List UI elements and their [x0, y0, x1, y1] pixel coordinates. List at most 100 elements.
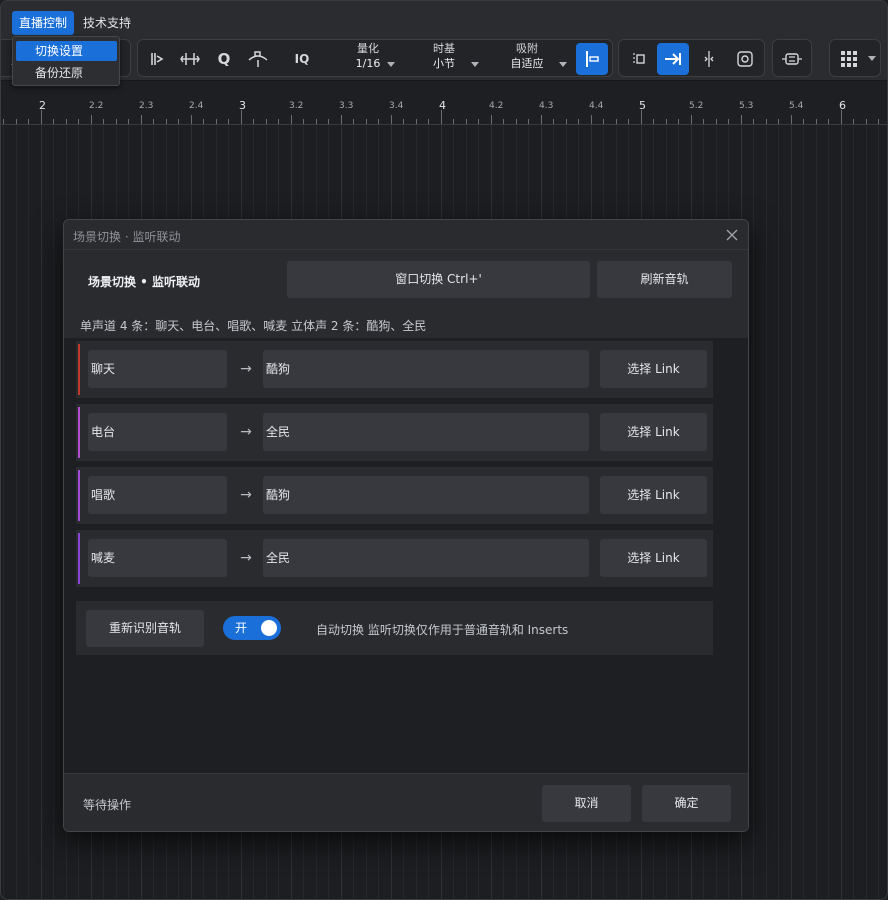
toolbar: Q IQ 量化 1/16 时基 小节 吸附 自适应 [1, 39, 887, 81]
ruler-beat-label: 4.2 [489, 101, 504, 111]
arrow-right-icon: → [240, 424, 252, 440]
ruler-tick [466, 119, 467, 124]
select-link-button[interactable]: 选择 Link [600, 539, 707, 577]
menu-item-switch-settings[interactable]: 切换设置 [16, 41, 117, 61]
menu-tech-support[interactable]: 技术支持 [76, 11, 138, 35]
ruler-tick [841, 110, 842, 124]
ruler-tick [303, 119, 304, 124]
ruler-tick [616, 119, 617, 124]
target-track[interactable]: 酷狗 [263, 350, 589, 388]
ruler-beat-label: 2.4 [189, 101, 204, 111]
grid-view-icon[interactable] [833, 43, 865, 75]
mixer-icon[interactable] [776, 43, 808, 75]
ruler-tick [203, 119, 204, 124]
timeline-ruler[interactable]: 2 2.2 2.3 2.4 3 3.2 3.3 3.4 4 4.2 4.3 4.… [1, 93, 887, 125]
target-track[interactable]: 酷狗 [263, 476, 589, 514]
source-track[interactable]: 唱歌 [88, 476, 227, 514]
ruler-tick [728, 119, 729, 124]
quantize-select[interactable]: 量化 1/16 [338, 42, 398, 72]
ruler-tick [116, 119, 117, 124]
timebase-select[interactable]: 时基 小节 [414, 42, 474, 72]
ruler-tick [16, 119, 17, 124]
ruler-tick [266, 119, 267, 124]
auto-switch-toggle[interactable]: 开 [223, 616, 281, 640]
track-color-strip [78, 407, 80, 458]
toolbar-group-tools [618, 39, 765, 77]
ruler-tick [528, 119, 529, 124]
focus-target-icon[interactable] [729, 43, 761, 75]
ruler-beat-label: 4.3 [539, 101, 554, 111]
ruler-tick [66, 119, 67, 124]
mapping-row: 聊天 → 酷狗 选择 Link [76, 341, 713, 398]
select-link-button[interactable]: 选择 Link [600, 413, 707, 451]
ruler-tick [878, 119, 879, 124]
dialog-window-title: 场景切换 · 监听联动 [73, 230, 181, 244]
punch-in-icon[interactable] [622, 43, 654, 75]
ruler-beat-label: 3.2 [289, 101, 304, 111]
rescan-tracks-button[interactable]: 重新识别音轨 [86, 610, 204, 647]
mapping-row: 电台 → 全民 选择 Link [76, 404, 713, 461]
stretch-icon[interactable] [174, 43, 206, 75]
ruler-tick [566, 119, 567, 124]
ruler-tick [628, 119, 629, 124]
arrow-right-tool-icon[interactable] [657, 43, 689, 75]
split-icon[interactable] [141, 43, 173, 75]
source-track[interactable]: 喊麦 [88, 539, 227, 577]
refresh-tracks-button[interactable]: 刷新音轨 [597, 261, 732, 298]
select-link-button[interactable]: 选择 Link [600, 350, 707, 388]
ruler-beat-label: 2.3 [139, 101, 154, 111]
menu-live-control[interactable]: 直播控制 [12, 11, 75, 35]
menu-bar: 直播控制 技术支持 [1, 1, 887, 41]
ruler-tick [103, 119, 104, 124]
source-track[interactable]: 聊天 [88, 350, 227, 388]
ruler-tick [291, 115, 292, 124]
grid-line [41, 125, 42, 899]
ruler-tick [216, 119, 217, 124]
menu-item-backup-restore[interactable]: 备份还原 [16, 63, 117, 83]
ruler-tick [791, 115, 792, 124]
close-icon[interactable] [722, 225, 742, 245]
grid-line [878, 125, 879, 899]
ruler-tick [766, 119, 767, 124]
target-track[interactable]: 全民 [263, 413, 589, 451]
split-line-icon[interactable] [693, 43, 725, 75]
iterative-quantize-button[interactable]: IQ [286, 43, 318, 75]
arrow-right-icon: → [240, 550, 252, 566]
grid-line [766, 125, 767, 899]
grid-line [803, 125, 804, 899]
grid-line [753, 125, 754, 899]
dialog-header: 场景切换 • 监听联动 窗口切换 Ctrl+' 刷新音轨 单声道 4 条：聊天、… [64, 250, 748, 338]
snap-to-grid-toggle[interactable] [576, 43, 608, 75]
live-control-dropdown: 切换设置 备份还原 [12, 36, 120, 86]
ruler-tick [166, 119, 167, 124]
dialog-titlebar[interactable]: 场景切换 · 监听联动 [64, 220, 748, 250]
ruler-tick [553, 119, 554, 124]
ruler-tick [328, 119, 329, 124]
window-switch-button[interactable]: 窗口切换 Ctrl+' [287, 261, 590, 298]
target-track[interactable]: 全民 [263, 539, 589, 577]
ruler-tick [228, 119, 229, 124]
select-link-button[interactable]: 选择 Link [600, 476, 707, 514]
track-color-strip [78, 533, 80, 584]
scene-switch-dialog: 场景切换 · 监听联动 场景切换 • 监听联动 窗口切换 Ctrl+' 刷新音轨… [63, 219, 749, 832]
ruler-tick [578, 119, 579, 124]
snap-select[interactable]: 吸附 自适应 [493, 42, 561, 72]
ruler-tick [41, 110, 42, 124]
cancel-button[interactable]: 取消 [542, 785, 631, 822]
ruler-tick [178, 119, 179, 124]
ok-button[interactable]: 确定 [642, 785, 731, 822]
track-color-strip [78, 470, 80, 521]
ruler-tick [741, 115, 742, 124]
snap-value: 自适应 [510, 57, 544, 70]
grid-line [866, 125, 867, 899]
ruler-tick [703, 119, 704, 124]
ruler-tick [828, 119, 829, 124]
quantize-label: 量化 [357, 42, 379, 55]
source-track[interactable]: 电台 [88, 413, 227, 451]
ruler-tick [653, 119, 654, 124]
quantize-q-button[interactable]: Q [208, 43, 240, 75]
ruler-tick [141, 115, 142, 124]
daw-window: 直播控制 技术支持 Q IQ 量化 1/16 时基 小节 吸附 自适应 切换设置… [0, 0, 888, 900]
chevron-down-icon[interactable] [868, 56, 876, 61]
crossfade-icon[interactable] [242, 43, 274, 75]
